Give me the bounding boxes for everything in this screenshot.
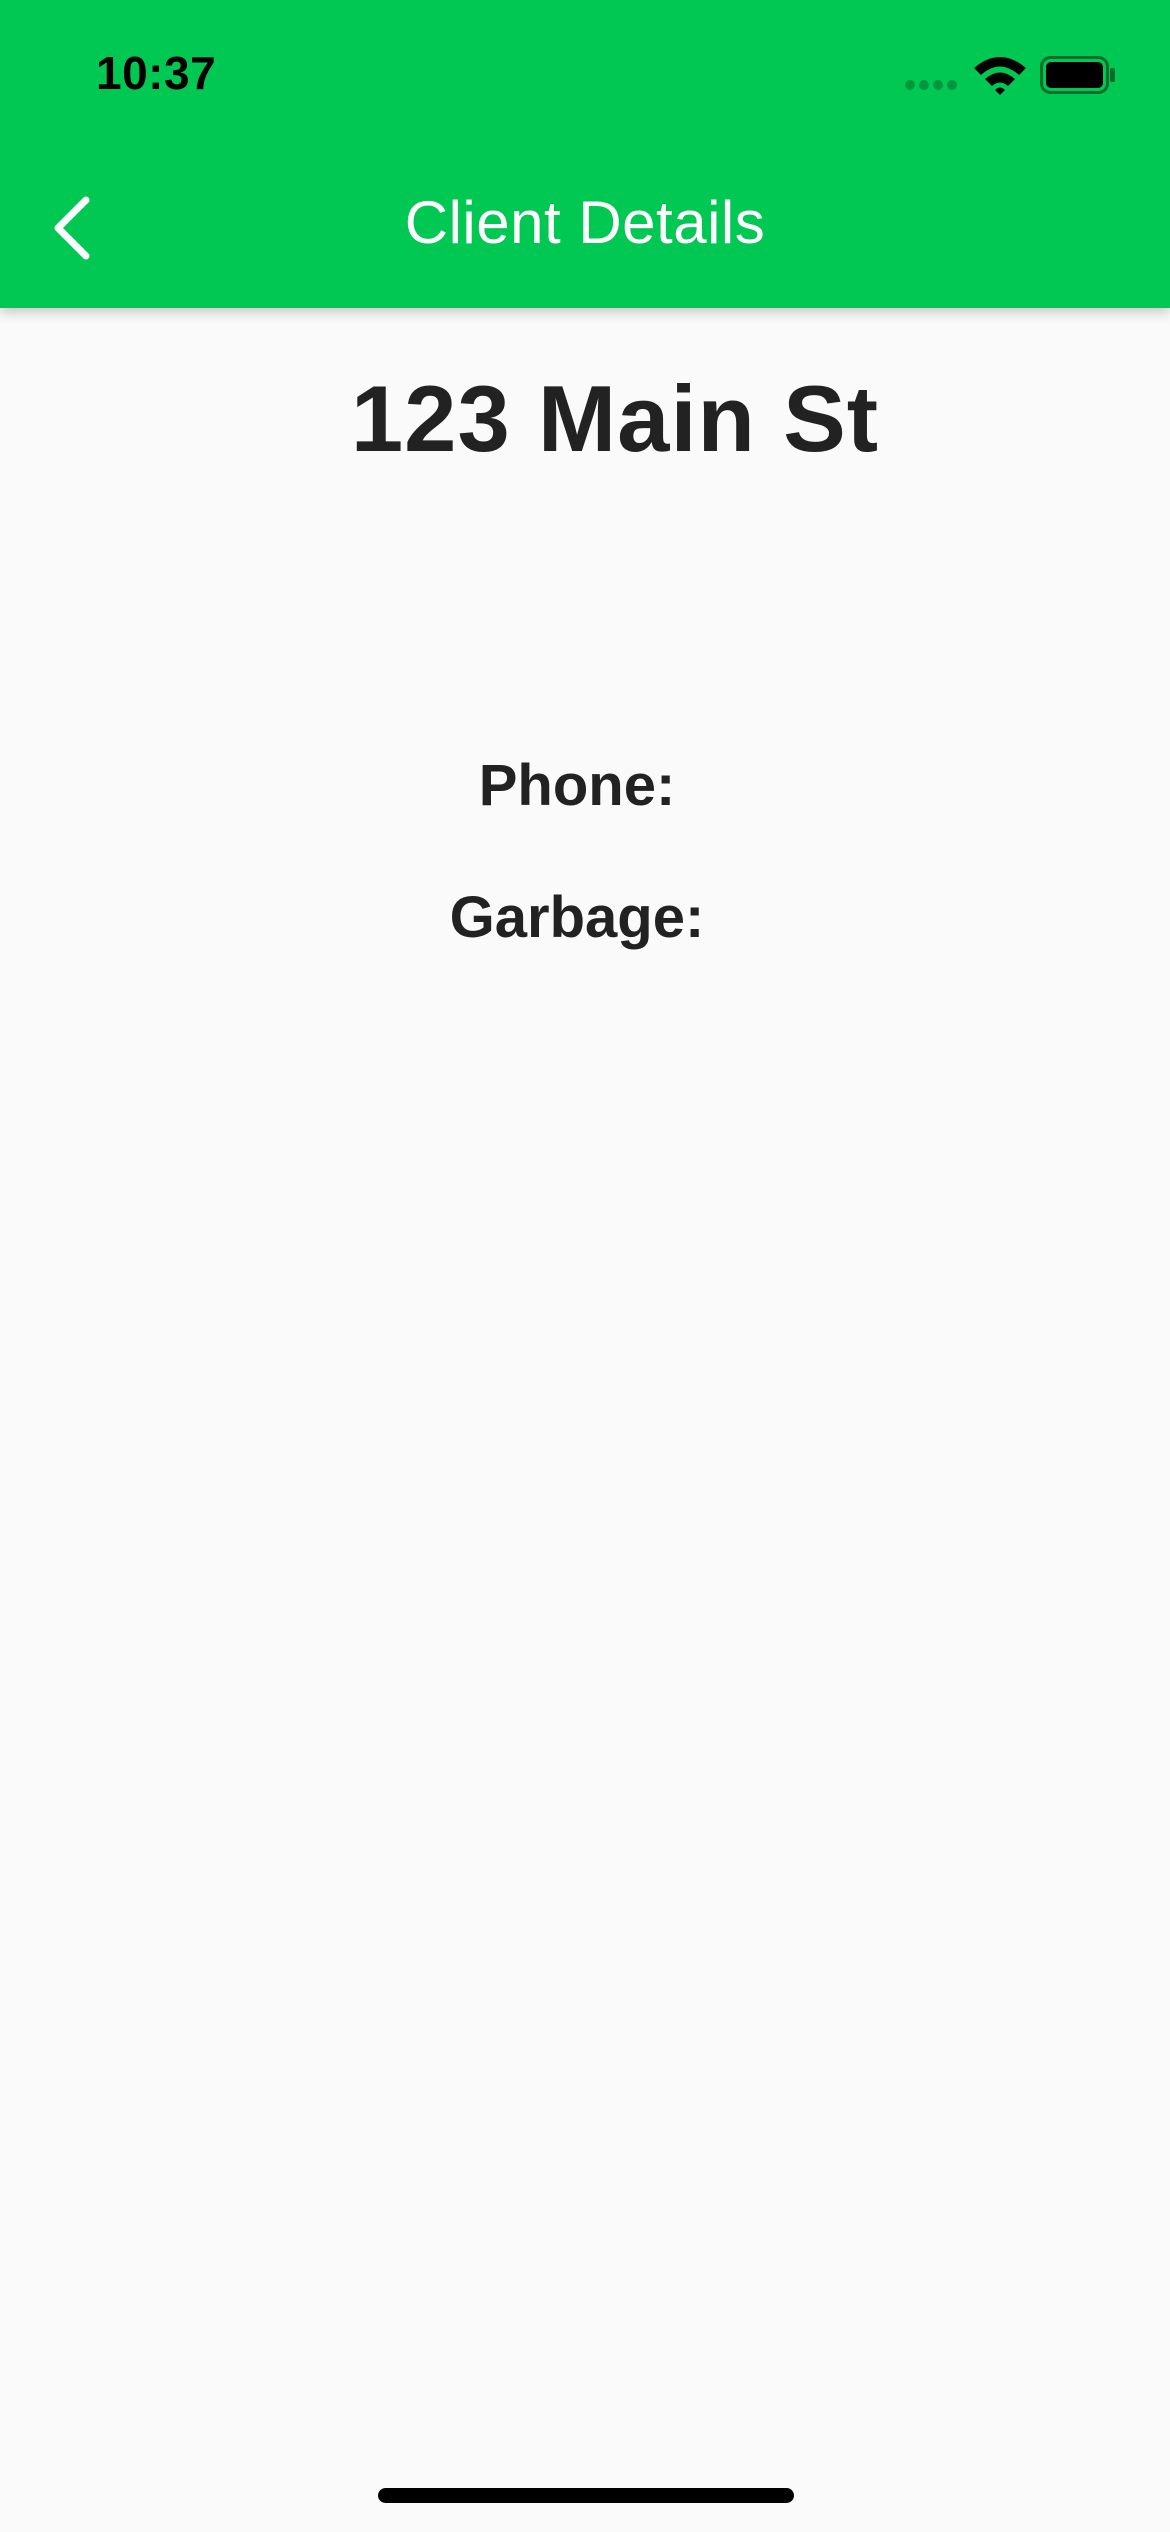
status-time: 10:37 — [96, 47, 217, 99]
wifi-icon — [974, 57, 1026, 95]
home-indicator[interactable] — [378, 2488, 794, 2503]
page-title: Client Details — [404, 189, 766, 256]
status-bar: 10:37 — [0, 0, 1170, 150]
app-header: 10:37 Client Details — [0, 0, 1170, 308]
cellular-signal-icon — [905, 80, 959, 92]
phone-label: Phone: — [478, 753, 676, 818]
client-address: 123 Main St — [350, 366, 880, 471]
garbage-label: Garbage: — [449, 885, 705, 950]
toolbar: Client Details — [0, 150, 1170, 308]
battery-icon — [1040, 56, 1115, 94]
